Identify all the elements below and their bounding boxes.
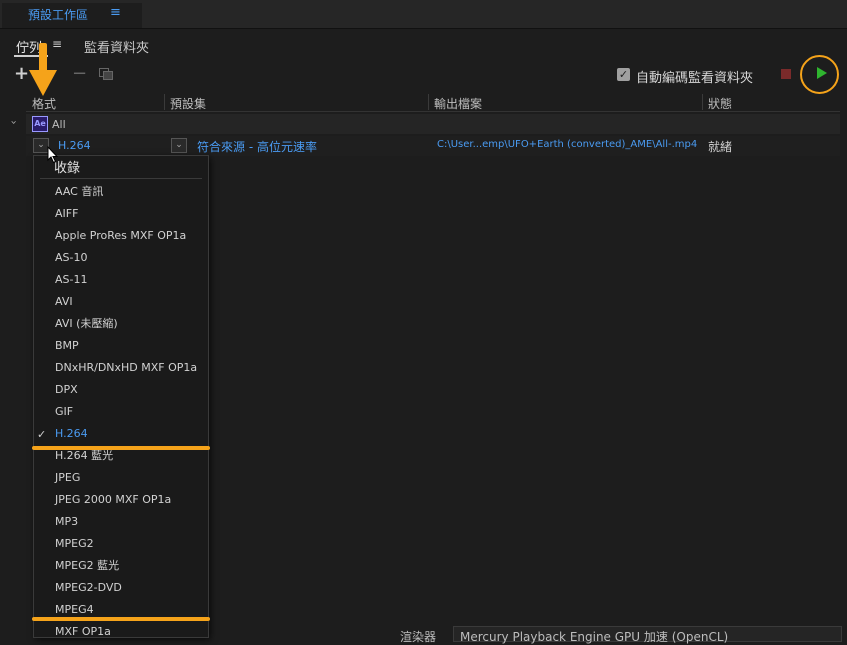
auto-encode-label: 自動編碼監看資料夾 <box>636 71 754 86</box>
expand-icon[interactable]: › <box>8 120 21 124</box>
format-menu-item[interactable]: MPEG2-DVD <box>55 581 122 595</box>
format-menu-item[interactable]: BMP <box>55 339 79 353</box>
highlight-underline-h264 <box>32 446 210 450</box>
format-menu-item[interactable]: MPEG2 藍光 <box>55 559 119 573</box>
preset-dropdown-button[interactable]: ⌄ <box>171 138 187 153</box>
renderer-label: 渲染器 <box>400 630 437 644</box>
format-menu-item[interactable]: DNxHR/DNxHD MXF OP1a <box>55 361 197 375</box>
tab-watch-folders[interactable]: 監看資料夾 <box>84 37 149 56</box>
format-menu-item[interactable]: JPEG <box>55 471 80 485</box>
format-menu-item[interactable]: AS-11 <box>55 273 87 287</box>
highlight-underline-mpeg4 <box>32 617 210 621</box>
column-divider <box>428 94 429 110</box>
add-source-icon[interactable]: + <box>14 64 29 84</box>
format-menu-item[interactable]: DPX <box>55 383 78 397</box>
format-menu-item[interactable]: AIFF <box>55 207 78 221</box>
start-queue-button[interactable] <box>817 67 827 79</box>
status-value: 就緒 <box>708 140 733 154</box>
auto-encode-checkbox[interactable]: ✓ <box>617 68 630 81</box>
checkmark-icon: ✓ <box>37 428 47 441</box>
stop-queue-button[interactable] <box>781 69 791 79</box>
menu-divider <box>40 178 202 179</box>
annotation-arrow-icon <box>29 70 57 96</box>
remove-icon[interactable]: − <box>72 64 87 84</box>
format-menu-item[interactable]: H.264 <box>55 427 88 441</box>
duplicate-icon[interactable] <box>99 68 113 80</box>
tab-preset-workspace-label: 預設工作區 <box>28 8 89 22</box>
format-menu-item[interactable]: AVI (未壓縮) <box>55 317 118 331</box>
format-menu-item[interactable]: Apple ProRes MXF OP1a <box>55 229 186 243</box>
column-output-file[interactable]: 輸出檔案 <box>434 95 482 112</box>
after-effects-icon: Ae <box>32 116 48 132</box>
output-file-path[interactable]: C:\User...emp\UFO+Earth (converted)_AME\… <box>437 139 697 150</box>
format-menu-item[interactable]: H.264 藍光 <box>55 449 113 463</box>
panel-menu-icon[interactable]: ≡ <box>110 5 121 20</box>
column-divider <box>702 94 703 110</box>
column-preset[interactable]: 預設集 <box>170 95 206 112</box>
format-menu-item[interactable]: AS-10 <box>55 251 87 265</box>
format-menu-item[interactable]: MXF OP1a <box>55 625 111 639</box>
annotation-arrow-shaft <box>39 43 47 73</box>
mouse-cursor-icon <box>47 146 59 164</box>
format-menu-item[interactable]: JPEG 2000 MXF OP1a <box>55 493 171 507</box>
preset-value[interactable]: 符合來源 - 高位元速率 <box>197 138 317 155</box>
queue-menu-icon[interactable]: ≡ <box>52 37 62 51</box>
renderer-value[interactable]: Mercury Playback Engine GPU 加速 (OpenCL) <box>460 628 728 645</box>
format-menu-item[interactable]: MPEG4 <box>55 603 94 617</box>
column-divider <box>164 94 165 110</box>
column-format[interactable]: 格式 <box>32 95 56 112</box>
format-value[interactable]: H.264 <box>58 139 91 152</box>
format-menu-item[interactable]: MPEG2 <box>55 537 94 551</box>
format-menu-item[interactable]: MP3 <box>55 515 78 529</box>
format-menu-item[interactable]: GIF <box>55 405 73 419</box>
source-name: All <box>52 118 66 131</box>
column-status[interactable]: 狀態 <box>708 95 732 112</box>
source-row[interactable] <box>26 114 840 134</box>
format-menu-item[interactable]: AAC 音訊 <box>55 185 103 199</box>
format-menu-item[interactable]: AVI <box>55 295 73 309</box>
